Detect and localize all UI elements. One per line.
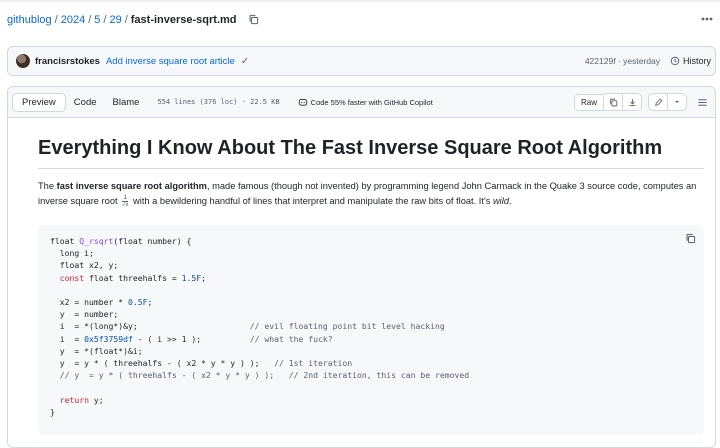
latest-commit-bar: francisrstokes Add inverse square root a… xyxy=(7,46,716,76)
code-block: float Q_rsqrt(float number) { long i; fl… xyxy=(38,225,704,435)
code-content: float Q_rsqrt(float number) { long i; fl… xyxy=(38,225,704,418)
history-icon xyxy=(670,56,680,66)
raw-button[interactable]: Raw xyxy=(573,93,604,111)
intro-text: The xyxy=(38,181,57,191)
tab-preview[interactable]: Preview xyxy=(12,92,66,112)
intro-bold: fast inverse square root algorithm xyxy=(56,181,207,191)
code-line: y = *(float*)&i; xyxy=(59,345,143,356)
article-title: Everything I Know About The Fast Inverse… xyxy=(38,137,704,169)
copy-raw-icon[interactable] xyxy=(604,93,623,111)
copilot-promo[interactable]: Code 55% faster with GitHub Copilot xyxy=(298,97,433,107)
history-label: History xyxy=(682,56,711,66)
file-header: Preview Code Blame 554 lines (376 loc) ·… xyxy=(8,87,715,118)
check-icon[interactable]: ✓ xyxy=(241,56,249,67)
intro-text: . xyxy=(508,196,512,206)
download-icon[interactable] xyxy=(623,93,642,111)
formula-numerator: 1 xyxy=(122,195,129,203)
code-line: // y = y * ( threehalfs - ( x2 * y * y )… xyxy=(59,370,470,381)
inverse-sqrt-formula: 1 √x xyxy=(122,195,129,209)
code-line: float x2, y; xyxy=(59,260,119,271)
breadcrumb-day-link[interactable]: 29 xyxy=(109,14,121,26)
tab-blame[interactable]: Blame xyxy=(105,93,148,112)
intro-italic: wild xyxy=(492,196,509,206)
code-line: long i; xyxy=(59,248,94,259)
commit-meta: 422129f · yesterday History xyxy=(585,56,715,66)
formula-denominator: √x xyxy=(122,202,129,209)
copilot-icon xyxy=(298,99,307,106)
file-meta: 554 lines (376 loc) · 22.5 KB xyxy=(157,98,280,106)
breadcrumb-repo-link[interactable]: githublog xyxy=(7,14,52,26)
breadcrumb-separator: / xyxy=(103,14,107,26)
copy-code-icon[interactable] xyxy=(685,233,696,246)
code-line: float Q_rsqrt(float number) { xyxy=(50,236,192,246)
breadcrumb-separator: / xyxy=(54,14,58,26)
history-button[interactable]: History xyxy=(670,56,711,66)
edit-button-group xyxy=(648,93,687,111)
breadcrumb: githublog/2024/5/29/fast-inverse-sqrt.md xyxy=(7,14,259,28)
intro-text: with a bewildering handful of lines that… xyxy=(130,196,493,206)
intro-paragraph: The fast inverse square root algorithm, … xyxy=(38,179,698,209)
chevron-down-icon[interactable] xyxy=(668,93,687,111)
commit-message-link[interactable]: Add inverse square root article xyxy=(106,56,235,67)
list-icon[interactable] xyxy=(695,95,709,109)
breadcrumb-month-link[interactable]: 5 xyxy=(94,14,100,26)
markdown-body: Everything I Know About The Fast Inverse… xyxy=(38,125,704,435)
copy-path-icon[interactable] xyxy=(248,14,259,28)
code-line: const float threehalfs = 1.5F; xyxy=(59,272,206,283)
kebab-icon[interactable] xyxy=(698,11,716,27)
code-line: return y; xyxy=(59,394,104,405)
code-line: } xyxy=(50,406,55,417)
code-line: y = y * ( threehalfs - ( x2 * y * y ) );… xyxy=(50,358,353,369)
code-line: y = number; xyxy=(59,309,119,320)
tab-code[interactable]: Code xyxy=(66,93,105,112)
breadcrumb-separator: / xyxy=(88,14,92,26)
commit-hash-link[interactable]: 422129f xyxy=(585,56,616,66)
copilot-label: Code 55% faster with GitHub Copilot xyxy=(310,97,433,107)
commit-dot: · xyxy=(615,56,624,66)
breadcrumb-separator: / xyxy=(124,14,128,26)
file-viewer: Preview Code Blame 554 lines (376 loc) ·… xyxy=(7,86,716,448)
commit-author[interactable]: francisrstokes xyxy=(35,56,100,67)
code-line: i = 0x5f3759df - ( i >> 1 ); // what the… xyxy=(50,333,333,344)
top-divider xyxy=(0,0,720,2)
view-toggle: Preview Code Blame xyxy=(12,92,148,112)
code-line: i = *(long*)&y; // evil floating point b… xyxy=(50,321,445,332)
code-line: x2 = number * 0.5F; xyxy=(50,297,153,308)
pencil-icon[interactable] xyxy=(648,93,668,111)
avatar[interactable] xyxy=(16,54,30,68)
commit-time: yesterday xyxy=(623,56,660,66)
breadcrumb-year-link[interactable]: 2024 xyxy=(61,14,85,26)
breadcrumb-file-name: fast-inverse-sqrt.md xyxy=(130,14,237,26)
file-actions: Raw xyxy=(573,93,709,111)
